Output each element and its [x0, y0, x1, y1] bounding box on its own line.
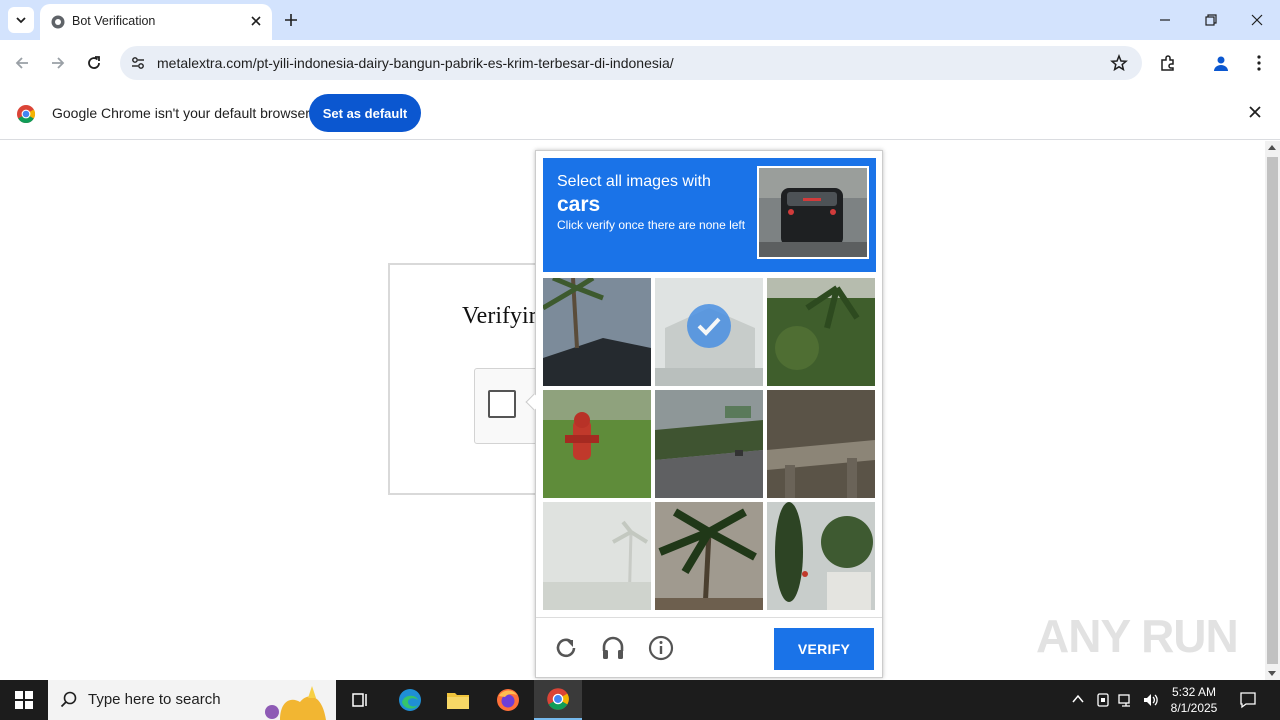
page-scrollbar[interactable]: [1265, 141, 1280, 680]
new-tab-icon[interactable]: [282, 11, 300, 29]
captcha-checkbox[interactable]: [488, 390, 516, 418]
extensions-icon[interactable]: [1159, 54, 1177, 72]
bookmark-star-icon[interactable]: [1110, 54, 1128, 72]
search-highlight-icon: [265, 686, 326, 720]
challenge-footer: VERIFY: [536, 617, 882, 677]
windows-taskbar: Type here to search 5:32 AM 8/1/2025: [0, 680, 1280, 720]
chrome-icon: [547, 688, 569, 710]
scroll-up-icon[interactable]: [1268, 145, 1276, 150]
grid-tile[interactable]: [767, 502, 875, 610]
captcha-challenge: Select all images with cars Click verify…: [525, 150, 883, 678]
url-text[interactable]: metalextra.com/pt-yili-indonesia-dairy-b…: [157, 55, 674, 71]
image-grid: [543, 278, 876, 611]
close-infobar-icon[interactable]: [1248, 105, 1262, 119]
search-placeholder: Type here to search: [88, 691, 221, 708]
forward-icon[interactable]: [49, 54, 67, 72]
address-bar[interactable]: metalextra.com/pt-yili-indonesia-dairy-b…: [120, 46, 1142, 80]
firefox-icon: [497, 689, 519, 711]
globe-icon: [51, 15, 65, 29]
grid-tile[interactable]: [767, 278, 875, 386]
more-menu-icon[interactable]: [1250, 54, 1268, 72]
page-heading: Verifyir: [462, 303, 537, 329]
reload-page-icon[interactable]: [85, 54, 103, 72]
verify-button[interactable]: VERIFY: [774, 628, 874, 670]
page-viewport: Verifyir Select all images with cars Cli…: [0, 141, 1280, 680]
challenge-header: Select all images with cars Click verify…: [543, 158, 876, 272]
browser-titlebar: Bot Verification: [0, 0, 1280, 40]
folder-icon: [447, 693, 469, 709]
edge-app-button[interactable]: [386, 680, 434, 720]
windows-logo-icon: [15, 691, 33, 709]
clock-time: 5:32 AM: [1171, 685, 1217, 699]
reload-icon[interactable]: [553, 635, 579, 661]
grid-tile[interactable]: [767, 390, 875, 498]
grid-tile[interactable]: [655, 390, 763, 498]
grid-tile[interactable]: [543, 502, 651, 610]
search-icon: [60, 691, 77, 708]
back-icon[interactable]: [13, 54, 31, 72]
profile-icon[interactable]: [1212, 54, 1230, 72]
default-browser-infobar: Google Chrome isn't your default browser…: [0, 86, 1280, 140]
notifications-icon[interactable]: [1239, 691, 1257, 709]
firefox-app-button[interactable]: [484, 680, 532, 720]
grid-tile[interactable]: [543, 278, 651, 386]
grid-tile[interactable]: [655, 502, 763, 610]
selected-check-icon: [687, 304, 731, 348]
device-icon[interactable]: [1095, 692, 1111, 708]
grid-tile[interactable]: [543, 390, 651, 498]
tab-title: Bot Verification: [72, 14, 156, 28]
volume-icon[interactable]: [1142, 692, 1160, 708]
set-default-button[interactable]: Set as default: [309, 94, 421, 132]
chrome-logo-icon: [17, 105, 36, 123]
file-explorer-button[interactable]: [434, 680, 482, 720]
browser-toolbar: metalextra.com/pt-yili-indonesia-dairy-b…: [0, 40, 1280, 86]
chrome-app-button[interactable]: [534, 680, 582, 720]
edge-icon: [399, 689, 421, 711]
infobar-message: Google Chrome isn't your default browser: [52, 105, 310, 121]
close-window-icon[interactable]: [1249, 12, 1265, 28]
grid-tile[interactable]: [655, 278, 763, 386]
minimize-icon[interactable]: [1157, 12, 1173, 28]
target-object: cars: [557, 193, 601, 216]
instruction-line: Select all images with: [557, 173, 711, 190]
browser-tab[interactable]: Bot Verification: [40, 4, 272, 40]
watermark: ANY RUN: [1036, 610, 1239, 662]
system-clock[interactable]: 5:32 AM 8/1/2025: [1166, 684, 1222, 716]
info-icon[interactable]: [648, 635, 674, 661]
show-hidden-icons-icon[interactable]: [1071, 692, 1085, 706]
task-view-icon: [352, 693, 367, 707]
restore-icon[interactable]: [1203, 12, 1219, 28]
taskbar-search-box[interactable]: Type here to search: [48, 680, 336, 720]
task-view-button[interactable]: [336, 680, 384, 720]
chevron-down-icon: [16, 17, 26, 24]
sample-image: [757, 166, 869, 259]
network-icon[interactable]: [1118, 692, 1134, 708]
site-settings-icon[interactable]: [130, 55, 146, 71]
instruction-note: Click verify once there are none left: [557, 218, 746, 232]
scrollbar-thumb[interactable]: [1267, 157, 1278, 664]
close-tab-icon[interactable]: [248, 13, 264, 29]
audio-icon[interactable]: [600, 635, 626, 661]
scroll-down-icon[interactable]: [1268, 671, 1276, 676]
start-button[interactable]: [0, 680, 48, 720]
clock-date: 8/1/2025: [1170, 701, 1218, 715]
tab-search-button[interactable]: [8, 7, 34, 33]
